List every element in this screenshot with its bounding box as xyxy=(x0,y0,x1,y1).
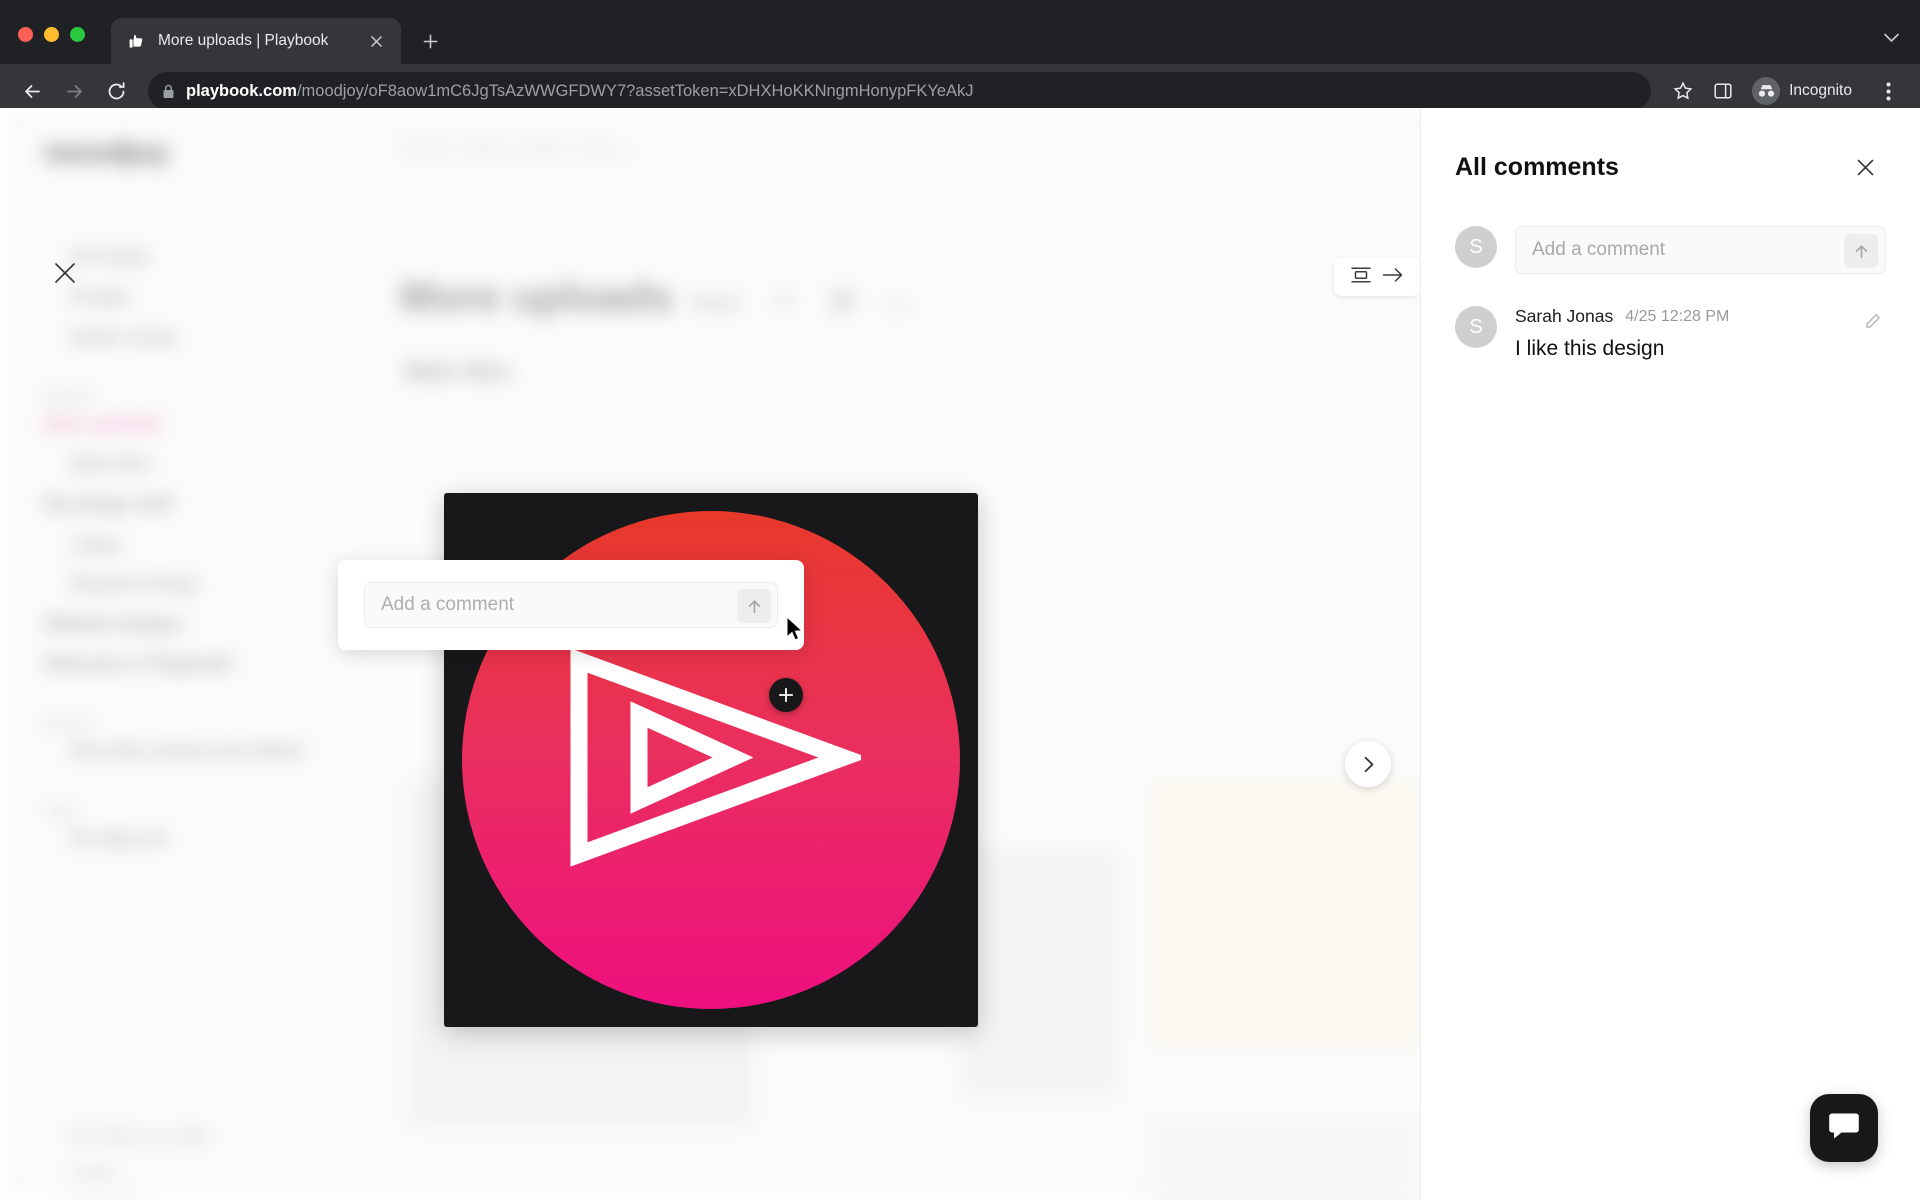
sidebar-nav: All media People Sarah Jonas Boards More… xyxy=(44,238,374,859)
send-comment-button[interactable] xyxy=(1844,234,1878,268)
view-toggle-button[interactable] xyxy=(1334,258,1420,296)
lock-icon xyxy=(162,84,175,99)
more-icon xyxy=(887,293,909,315)
close-lightbox-button[interactable] xyxy=(48,256,82,290)
grid-icon xyxy=(831,290,853,318)
close-window-button[interactable] xyxy=(18,27,33,42)
media-card xyxy=(960,848,1120,1098)
sidebar-section-tags: Tags xyxy=(44,802,76,819)
incognito-icon xyxy=(1752,77,1781,105)
sidebar-footer: Put items in order Trash Settings xyxy=(44,1118,344,1200)
avatar: S xyxy=(1455,306,1497,348)
sidebar-item-sarah-jonas: Sarah Jonas xyxy=(70,327,177,348)
section-subtitle: Main files xyxy=(405,358,510,384)
tab-strip: More uploads | Playbook xyxy=(0,0,1920,64)
page-title: More uploads xyxy=(400,273,674,320)
popup-comment-placeholder: Add a comment xyxy=(381,594,515,615)
url-host: playbook.com xyxy=(186,81,297,100)
playbook-logo-mark xyxy=(561,643,868,878)
app-logo: moodjoy xyxy=(44,136,169,169)
sidebar-item-random-things: Random things xyxy=(70,574,198,595)
profile-button[interactable]: Incognito xyxy=(1745,72,1866,110)
sidebar-item-put-items-in-order: Put items in order xyxy=(70,1126,212,1146)
chevron-down-icon[interactable] xyxy=(1883,28,1900,64)
pencil-icon[interactable] xyxy=(1860,308,1886,334)
comments-panel-title: All comments xyxy=(1455,152,1619,181)
toolbar-right: Incognito xyxy=(1665,72,1906,110)
comment-text: I like this design xyxy=(1515,337,1665,360)
media-card xyxy=(1150,1118,1418,1200)
comment-author: Sarah Jonas xyxy=(1515,306,1614,326)
popup-comment-input[interactable]: Add a comment xyxy=(364,582,778,628)
arrow-right-icon xyxy=(1382,267,1404,288)
url-path: /moodjoy/oF8aow1mC6JgTsAzWWGFDWY7?assetT… xyxy=(296,81,974,100)
star-icon[interactable] xyxy=(1665,73,1701,109)
cursor-icon xyxy=(786,615,804,647)
avatar: S xyxy=(1455,226,1497,268)
share-button: Share xyxy=(690,293,741,314)
sidebar-item-logos: Logos xyxy=(70,534,122,555)
comment-popup: Add a comment xyxy=(338,560,804,650)
back-button[interactable] xyxy=(14,73,50,109)
new-tab-button[interactable] xyxy=(413,24,447,58)
reload-button[interactable] xyxy=(98,73,134,109)
comments-panel: All comments S Add a comment S Sarah Jon… xyxy=(1420,108,1920,1200)
browser-window: More uploads | Playbook playbook.com/moo… xyxy=(0,0,1920,1200)
kebab-menu-icon[interactable] xyxy=(1870,73,1906,109)
minimize-window-button[interactable] xyxy=(44,27,59,42)
sidebar-item-welcome: Welcome to Playbook! xyxy=(44,654,233,675)
comments-panel-header: All comments xyxy=(1421,108,1920,182)
forward-button[interactable] xyxy=(56,73,92,109)
add-people-icon xyxy=(775,290,797,318)
sidebar-item-settings: Settings xyxy=(44,1192,344,1200)
comment-meta: Sarah Jonas 4/25 12:28 PM xyxy=(1515,306,1842,327)
comment-input[interactable]: Add a comment xyxy=(1515,226,1886,274)
comment-input-placeholder: Add a comment xyxy=(1532,239,1666,260)
page-actions: Share xyxy=(690,290,909,318)
tab-title: More uploads | Playbook xyxy=(158,32,329,49)
comment-item: S Sarah Jonas 4/25 12:28 PM I like this … xyxy=(1421,274,1920,361)
sidebar-item-trash: Trash xyxy=(70,1163,116,1183)
sidebar-section-boards: Boards xyxy=(44,388,92,405)
maximize-window-button[interactable] xyxy=(70,27,85,42)
close-icon[interactable] xyxy=(365,30,387,52)
comment-timestamp: 4/25 12:28 PM xyxy=(1625,307,1730,325)
sidebar-item-people: People xyxy=(70,287,130,308)
comment-pin-marker[interactable] xyxy=(769,678,803,712)
address-bar-url: playbook.com/moodjoy/oF8aow1mC6JgTsAzWWG… xyxy=(186,82,974,101)
sidebar-item-website-designs: Website designs xyxy=(44,614,184,635)
profile-label: Incognito xyxy=(1789,82,1852,99)
sidebar-section-recent: Recent xyxy=(44,715,92,732)
sidebar-recent-hint: Recently viewed and edited xyxy=(70,741,303,762)
comment-compose-row: S Add a comment xyxy=(1421,182,1920,274)
comment-body: Sarah Jonas 4/25 12:28 PM I like this de… xyxy=(1515,306,1842,361)
sidebar-item-more-uploads: More uploads xyxy=(44,414,160,435)
side-panel-icon[interactable] xyxy=(1705,73,1741,109)
sidebar-item-all-media: All media xyxy=(70,247,149,268)
browser-tab[interactable]: More uploads | Playbook xyxy=(111,18,401,64)
window-controls xyxy=(18,27,85,64)
chat-widget-button[interactable] xyxy=(1810,1094,1878,1162)
sidebar-tags-hint: No tags yet xyxy=(70,828,167,849)
page-viewport: moodjoy Search media, people, colors... … xyxy=(0,108,1920,1200)
close-panel-button[interactable] xyxy=(1850,152,1880,182)
sidebar-item-main-files: Main files xyxy=(70,454,151,475)
search-input: Search media, people, colors... xyxy=(400,138,635,157)
playbook-thumb-icon xyxy=(127,32,146,51)
next-image-button[interactable] xyxy=(1345,741,1391,787)
sidebar-item-my-design-stuff: My design stuff xyxy=(44,494,172,515)
chat-bubble-icon xyxy=(1828,1111,1860,1146)
layout-icon xyxy=(1350,266,1372,289)
address-bar[interactable]: playbook.com/moodjoy/oF8aow1mC6JgTsAzWWG… xyxy=(148,72,1652,110)
media-card xyxy=(1150,780,1418,1048)
popup-send-button[interactable] xyxy=(737,589,771,623)
